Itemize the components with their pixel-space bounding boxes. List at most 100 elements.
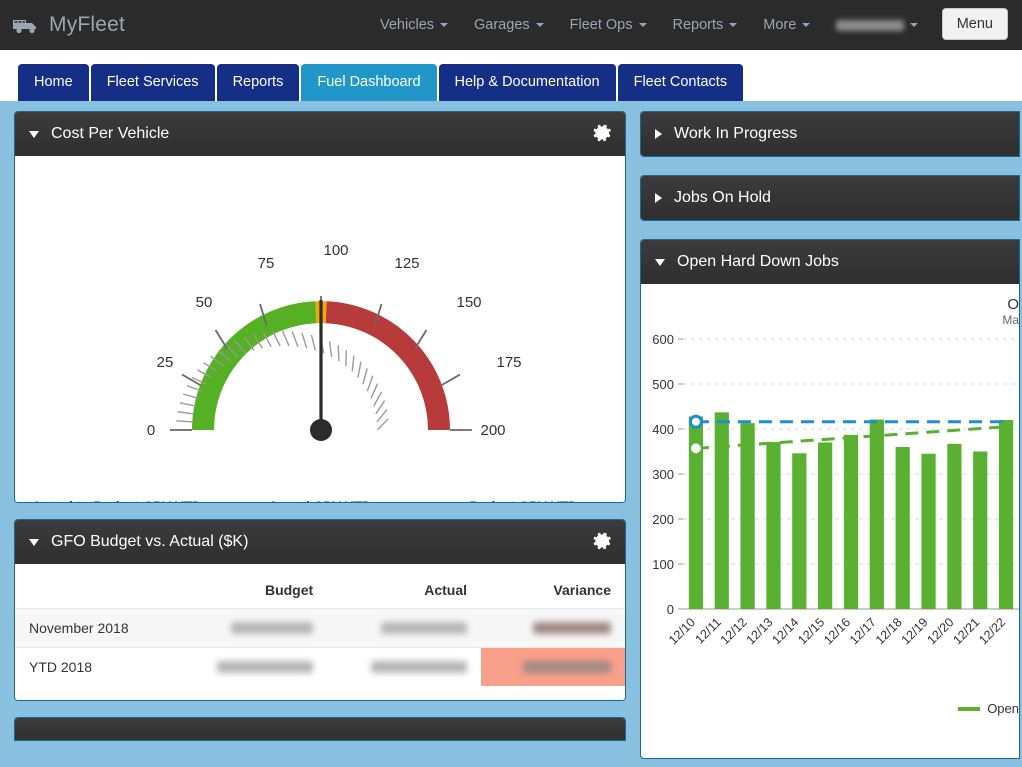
collapse-triangle-down-icon[interactable]	[29, 538, 39, 546]
bar[interactable]	[740, 423, 755, 609]
svg-text:150: 150	[456, 294, 481, 311]
gfo-table-body: Budget Actual Variance November 2018 YTD…	[15, 564, 625, 700]
table-row[interactable]: November 2018	[15, 608, 625, 648]
panel-header-jobs-on-hold[interactable]: Jobs On Hold	[641, 176, 1019, 220]
tab-help-documentation[interactable]: Help & Documentation	[438, 63, 616, 101]
nav-item-fleet-ops[interactable]: Fleet Ops	[570, 17, 647, 33]
cell-budget	[173, 608, 328, 648]
chevron-down-icon	[535, 23, 544, 27]
nav-item-label: Fleet Ops	[569, 17, 633, 33]
svg-text:75: 75	[258, 255, 275, 272]
metric-actual-to-budget-cpv-ytd: Actual to Budget CPV YTD	[15, 497, 218, 502]
chart-title: O	[1007, 296, 1019, 313]
tab-fleet-contacts[interactable]: Fleet Contacts	[617, 63, 744, 101]
metric-label: Actual to Budget CPV YTD	[15, 497, 218, 502]
svg-text:25: 25	[157, 354, 174, 371]
bar[interactable]	[843, 434, 859, 609]
bar[interactable]	[818, 442, 833, 610]
nav-item-label: Vehicles	[380, 17, 435, 33]
expand-triangle-right-icon[interactable]	[655, 193, 662, 203]
svg-text:100: 100	[323, 242, 348, 259]
bar[interactable]	[973, 451, 988, 610]
expand-triangle-right-icon[interactable]	[655, 129, 662, 139]
tab-strip: Home Fleet Services Reports Fuel Dashboa…	[0, 50, 1022, 101]
bar[interactable]	[766, 442, 781, 609]
bar[interactable]	[714, 412, 729, 609]
nav-item-more[interactable]: More	[763, 17, 811, 33]
chevron-down-icon	[910, 23, 919, 27]
svg-text:200: 200	[652, 512, 674, 527]
cell-actual	[327, 608, 482, 648]
nav-links: Vehicles Garages Fleet Ops Reports More	[380, 0, 919, 50]
tab-reports[interactable]: Reports	[216, 63, 300, 101]
bar[interactable]	[792, 453, 807, 609]
truck-icon	[13, 20, 36, 34]
gfo-table: Budget Actual Variance November 2018 YTD…	[15, 568, 625, 686]
gauge-metric-labels: Actual to Budget CPV YTD Actual CPV YTD …	[15, 497, 625, 502]
panel-header-work-in-progress[interactable]: Work In Progress	[641, 112, 1019, 156]
x-axis-label: 12/12	[718, 615, 750, 647]
brand-logo[interactable]: MyFleet	[12, 13, 125, 37]
chart-subtitle: Ma	[1002, 313, 1019, 327]
chevron-down-icon	[802, 23, 811, 27]
bar[interactable]	[869, 419, 884, 609]
cell-period: November 2018	[15, 608, 174, 648]
svg-text:125: 125	[394, 255, 419, 272]
nav-item-vehicles[interactable]: Vehicles	[380, 17, 449, 33]
chevron-down-icon	[440, 23, 449, 27]
bar[interactable]	[895, 447, 910, 609]
panel-header-open-hard-down-jobs[interactable]: Open Hard Down Jobs	[641, 240, 1019, 284]
metric-label: Budget CPV YTD	[422, 497, 625, 502]
col-budget: Budget	[264, 582, 314, 598]
panel-header-cost-per-vehicle[interactable]: Cost Per Vehicle	[15, 112, 625, 156]
collapse-triangle-down-icon[interactable]	[655, 258, 665, 266]
bar[interactable]	[947, 443, 962, 609]
svg-text:50: 50	[196, 294, 213, 311]
svg-text:500: 500	[652, 377, 674, 392]
panel-bottom-partial	[14, 717, 626, 741]
chevron-down-icon	[729, 23, 738, 27]
chevron-down-icon	[638, 23, 647, 27]
nav-item-user-menu[interactable]	[836, 19, 919, 31]
svg-text:100: 100	[652, 557, 674, 572]
gear-icon[interactable]	[593, 123, 613, 143]
panel-work-in-progress: Work In Progress	[640, 111, 1020, 157]
open-hard-down-bar-chart: 010020030040050060012/1012/1112/1212/131…	[652, 332, 1019, 647]
table-row[interactable]: YTD 2018	[15, 647, 625, 686]
x-axis-label: 12/14	[769, 615, 801, 647]
panel-title: GFO Budget vs. Actual ($K)	[51, 533, 249, 550]
legend-swatch-icon	[958, 706, 981, 711]
cell-period: YTD 2018	[15, 647, 174, 686]
panel-title: Jobs On Hold	[674, 189, 771, 206]
bar[interactable]	[921, 453, 936, 609]
nav-item-garages[interactable]: Garages	[474, 17, 544, 33]
col-variance: Variance	[553, 582, 611, 598]
nav-item-reports[interactable]: Reports	[673, 17, 738, 33]
tab-fuel-dashboard[interactable]: Fuel Dashboard	[301, 63, 437, 101]
right-column: Work In Progress Jobs On Hold Open Hard …	[640, 111, 1022, 767]
brand-name: MyFleet	[49, 13, 126, 36]
svg-text:300: 300	[652, 467, 674, 482]
collapse-triangle-down-icon[interactable]	[29, 130, 39, 138]
x-axis-label: 12/10	[666, 615, 698, 647]
panel-header-bottom-partial[interactable]	[15, 718, 625, 740]
user-name-redacted	[836, 19, 905, 31]
legend-item-open[interactable]: Open	[958, 701, 1019, 716]
nav-item-label: Reports	[672, 17, 724, 33]
nav-item-label: Garages	[474, 17, 530, 33]
x-axis-label: 12/19	[899, 615, 931, 647]
chart-title-block: O Ma	[641, 284, 1019, 327]
bar[interactable]	[998, 420, 1014, 609]
x-axis-label: 12/21	[950, 615, 982, 647]
tab-home[interactable]: Home	[18, 63, 89, 101]
panel-header-gfo[interactable]: GFO Budget vs. Actual ($K)	[15, 520, 625, 564]
x-axis-label: 12/22	[976, 615, 1008, 647]
menu-button[interactable]: Menu	[941, 8, 1008, 40]
col-actual: Actual	[424, 582, 468, 598]
gear-icon[interactable]	[593, 531, 613, 551]
x-axis-label: 12/17	[847, 615, 879, 647]
svg-text:0: 0	[147, 422, 155, 439]
cell-budget	[173, 647, 328, 686]
table-header-row: Budget Actual Variance	[15, 568, 625, 609]
tab-fleet-services[interactable]: Fleet Services	[90, 63, 215, 101]
